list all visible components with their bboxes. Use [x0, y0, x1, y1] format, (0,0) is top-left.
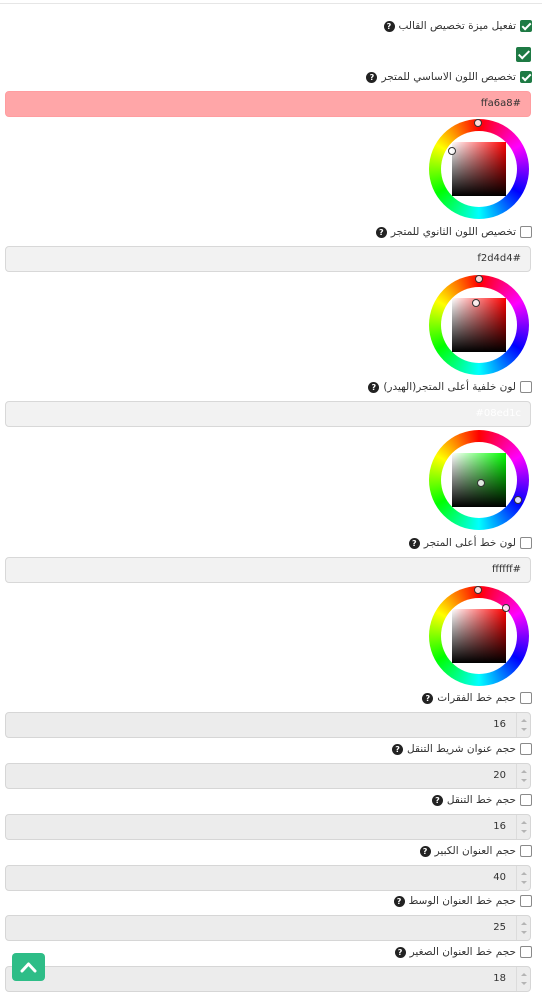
option-big-title-size: حجم العنوان الكبير ?: [419, 843, 532, 859]
mid-title-size-input[interactable]: 25: [5, 915, 531, 941]
spinner-down-icon[interactable]: [521, 779, 527, 782]
checkbox-primary-color[interactable]: [520, 71, 532, 83]
number-spinner[interactable]: [516, 916, 530, 940]
spinner-up-icon[interactable]: [521, 821, 527, 824]
number-value: 18: [493, 973, 506, 984]
number-spinner[interactable]: [516, 713, 530, 737]
option-secondary-color: تخصيص اللون الثانوي للمتجر ?: [375, 224, 532, 240]
secondary-color-picker[interactable]: [429, 275, 529, 375]
number-value: 40: [493, 872, 506, 883]
small-title-size-input[interactable]: 18: [5, 966, 531, 992]
option-paragraph-font-size: حجم خط الفقرات ?: [422, 690, 532, 706]
help-icon[interactable]: ?: [408, 537, 420, 549]
saturation-marker[interactable]: [472, 299, 480, 307]
number-value: 25: [493, 922, 506, 933]
help-icon[interactable]: ?: [368, 381, 380, 393]
nav-font-size-input[interactable]: 16: [5, 814, 531, 840]
number-spinner[interactable]: [516, 866, 530, 890]
hue-marker[interactable]: [475, 275, 483, 283]
help-icon[interactable]: ?: [419, 845, 431, 857]
hue-marker[interactable]: [474, 586, 482, 594]
saturation-square[interactable]: [452, 142, 506, 196]
option-label: حجم العنوان الكبير: [434, 845, 516, 857]
option-header-background: لون خلفية أعلى المتجر(الهيدر) ?: [368, 379, 532, 395]
spinner-up-icon[interactable]: [521, 973, 527, 976]
toggle-large-checkbox-wrapper: [516, 47, 531, 66]
saturation-square[interactable]: [452, 609, 506, 663]
option-primary-color: تخصيص اللون الاساسي للمتجر ?: [366, 69, 532, 85]
number-value: 20: [493, 770, 506, 781]
option-label: لون خلفية أعلى المتجر(الهيدر): [383, 381, 516, 393]
option-label: حجم عنوان شريط التنقل: [407, 743, 516, 755]
checkbox-small-title-size[interactable]: [520, 946, 532, 958]
checkbox-nav-font-size[interactable]: [520, 794, 532, 806]
checkbox-large[interactable]: [516, 47, 531, 62]
secondary-color-input[interactable]: f2d4d4#: [5, 246, 531, 272]
help-icon[interactable]: ?: [366, 71, 378, 83]
help-icon[interactable]: ?: [431, 794, 443, 806]
option-label: تخصيص اللون الثانوي للمتجر: [390, 226, 516, 238]
saturation-marker[interactable]: [448, 147, 456, 155]
header-text-color-input[interactable]: ffffff#: [5, 557, 531, 583]
header-background-color-picker[interactable]: [429, 430, 529, 530]
option-navbar-title-size: حجم عنوان شريط التنقل ?: [392, 741, 532, 757]
option-header-text-color: لون خط أعلى المتجر ?: [408, 535, 532, 551]
spinner-up-icon[interactable]: [521, 872, 527, 875]
checkbox-header-background[interactable]: [520, 381, 532, 393]
help-icon[interactable]: ?: [422, 692, 434, 704]
checkbox-secondary-color[interactable]: [520, 226, 532, 238]
chevron-up-icon: [20, 962, 37, 973]
number-value: 16: [493, 719, 506, 730]
help-icon[interactable]: ?: [375, 226, 387, 238]
checkbox-paragraph-font-size[interactable]: [520, 692, 532, 704]
option-label: حجم خط العنوان الوسط: [408, 895, 516, 907]
spinner-up-icon[interactable]: [521, 719, 527, 722]
help-icon[interactable]: ?: [393, 895, 405, 907]
help-icon[interactable]: ?: [392, 743, 404, 755]
checkbox-enable-customization[interactable]: [520, 20, 532, 32]
help-icon[interactable]: ?: [394, 946, 406, 958]
navbar-title-size-input[interactable]: 20: [5, 763, 531, 789]
option-nav-font-size: حجم خط التنقل ?: [431, 792, 532, 808]
saturation-marker[interactable]: [502, 604, 510, 612]
number-spinner[interactable]: [516, 815, 530, 839]
header-background-color-input[interactable]: #08ed1c: [5, 401, 531, 427]
checkbox-navbar-title-size[interactable]: [520, 743, 532, 755]
spinner-down-icon[interactable]: [521, 982, 527, 985]
spinner-down-icon[interactable]: [521, 931, 527, 934]
top-divider: [0, 3, 542, 4]
primary-color-input[interactable]: ffa6a8#: [5, 91, 531, 117]
number-value: 16: [493, 821, 506, 832]
checkbox-header-text-color[interactable]: [520, 537, 532, 549]
hue-marker[interactable]: [474, 119, 482, 127]
primary-color-picker[interactable]: [429, 119, 529, 219]
option-enable-customization: تفعيل ميزة تخصيص القالب ?: [383, 18, 532, 34]
header-text-color-picker[interactable]: [429, 586, 529, 686]
paragraph-font-size-input[interactable]: 16: [5, 712, 531, 738]
saturation-square[interactable]: [452, 298, 506, 352]
spinner-up-icon[interactable]: [521, 922, 527, 925]
option-label: تفعيل ميزة تخصيص القالب: [398, 20, 517, 32]
number-spinner[interactable]: [516, 967, 530, 991]
back-to-top-button[interactable]: [12, 953, 45, 981]
help-icon[interactable]: ?: [383, 20, 395, 32]
option-label: لون خط أعلى المتجر: [423, 537, 516, 549]
saturation-marker[interactable]: [477, 479, 485, 487]
option-mid-title-size: حجم خط العنوان الوسط ?: [393, 893, 532, 909]
spinner-up-icon[interactable]: [521, 770, 527, 773]
spinner-down-icon[interactable]: [521, 881, 527, 884]
option-label: حجم خط الفقرات: [437, 692, 516, 704]
option-label: تخصيص اللون الاساسي للمتجر: [381, 71, 516, 83]
number-spinner[interactable]: [516, 764, 530, 788]
spinner-down-icon[interactable]: [521, 830, 527, 833]
option-label: حجم خط التنقل: [446, 794, 516, 806]
checkbox-big-title-size[interactable]: [520, 845, 532, 857]
checkbox-mid-title-size[interactable]: [520, 895, 532, 907]
option-small-title-size: حجم خط العنوان الصغير ?: [394, 944, 532, 960]
option-label: حجم خط العنوان الصغير: [409, 946, 516, 958]
hue-marker[interactable]: [514, 496, 522, 504]
spinner-down-icon[interactable]: [521, 728, 527, 731]
big-title-size-input[interactable]: 40: [5, 865, 531, 891]
